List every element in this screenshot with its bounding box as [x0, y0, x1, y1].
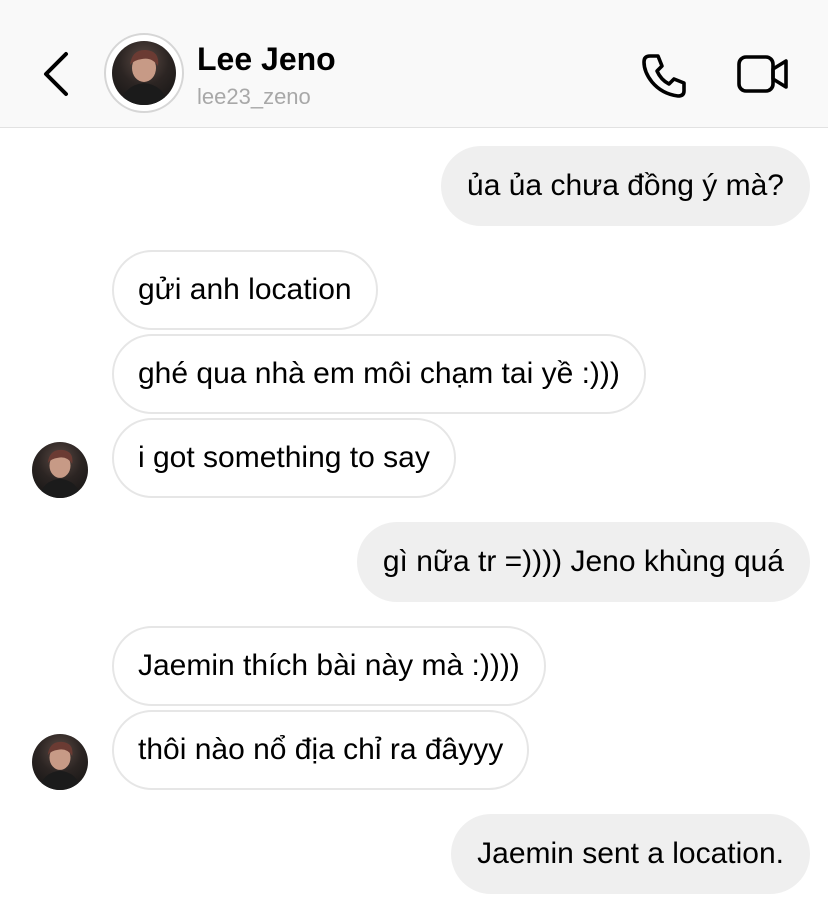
avatar: [112, 41, 176, 105]
chat-header: Lee Jeno lee23_zeno: [0, 0, 828, 128]
profile-photo: [120, 49, 168, 105]
chevron-left-icon: [44, 52, 68, 96]
incoming-message[interactable]: gửi anh location: [112, 250, 378, 330]
call-button[interactable]: [638, 50, 690, 100]
profile-photo: [39, 741, 81, 790]
incoming-message[interactable]: i got something to say: [112, 418, 456, 498]
outgoing-message[interactable]: gì nữa tr =)))) Jeno khùng quá: [356, 522, 810, 602]
incoming-message[interactable]: thôi nào nổ địa chỉ ra đâyyy: [112, 710, 530, 790]
location-message[interactable]: Jaemin sent a location.: [451, 814, 810, 894]
sender-avatar[interactable]: [32, 442, 88, 498]
incoming-message[interactable]: ghé qua nhà em môi chạm tai yề :))): [112, 334, 646, 414]
outgoing-message[interactable]: ủa ủa chưa đồng ý mà?: [441, 146, 810, 226]
video-camera-icon: [737, 55, 788, 93]
back-button[interactable]: [36, 48, 76, 100]
contact-avatar[interactable]: [104, 33, 184, 113]
profile-photo: [39, 449, 81, 498]
video-call-button[interactable]: [736, 52, 790, 96]
contact-username: lee23_zeno: [197, 84, 311, 109]
phone-icon: [642, 54, 686, 98]
sender-avatar[interactable]: [32, 734, 88, 790]
contact-name: Lee Jeno: [197, 41, 336, 77]
incoming-message[interactable]: Jaemin thích bài này mà :)))): [112, 626, 546, 706]
